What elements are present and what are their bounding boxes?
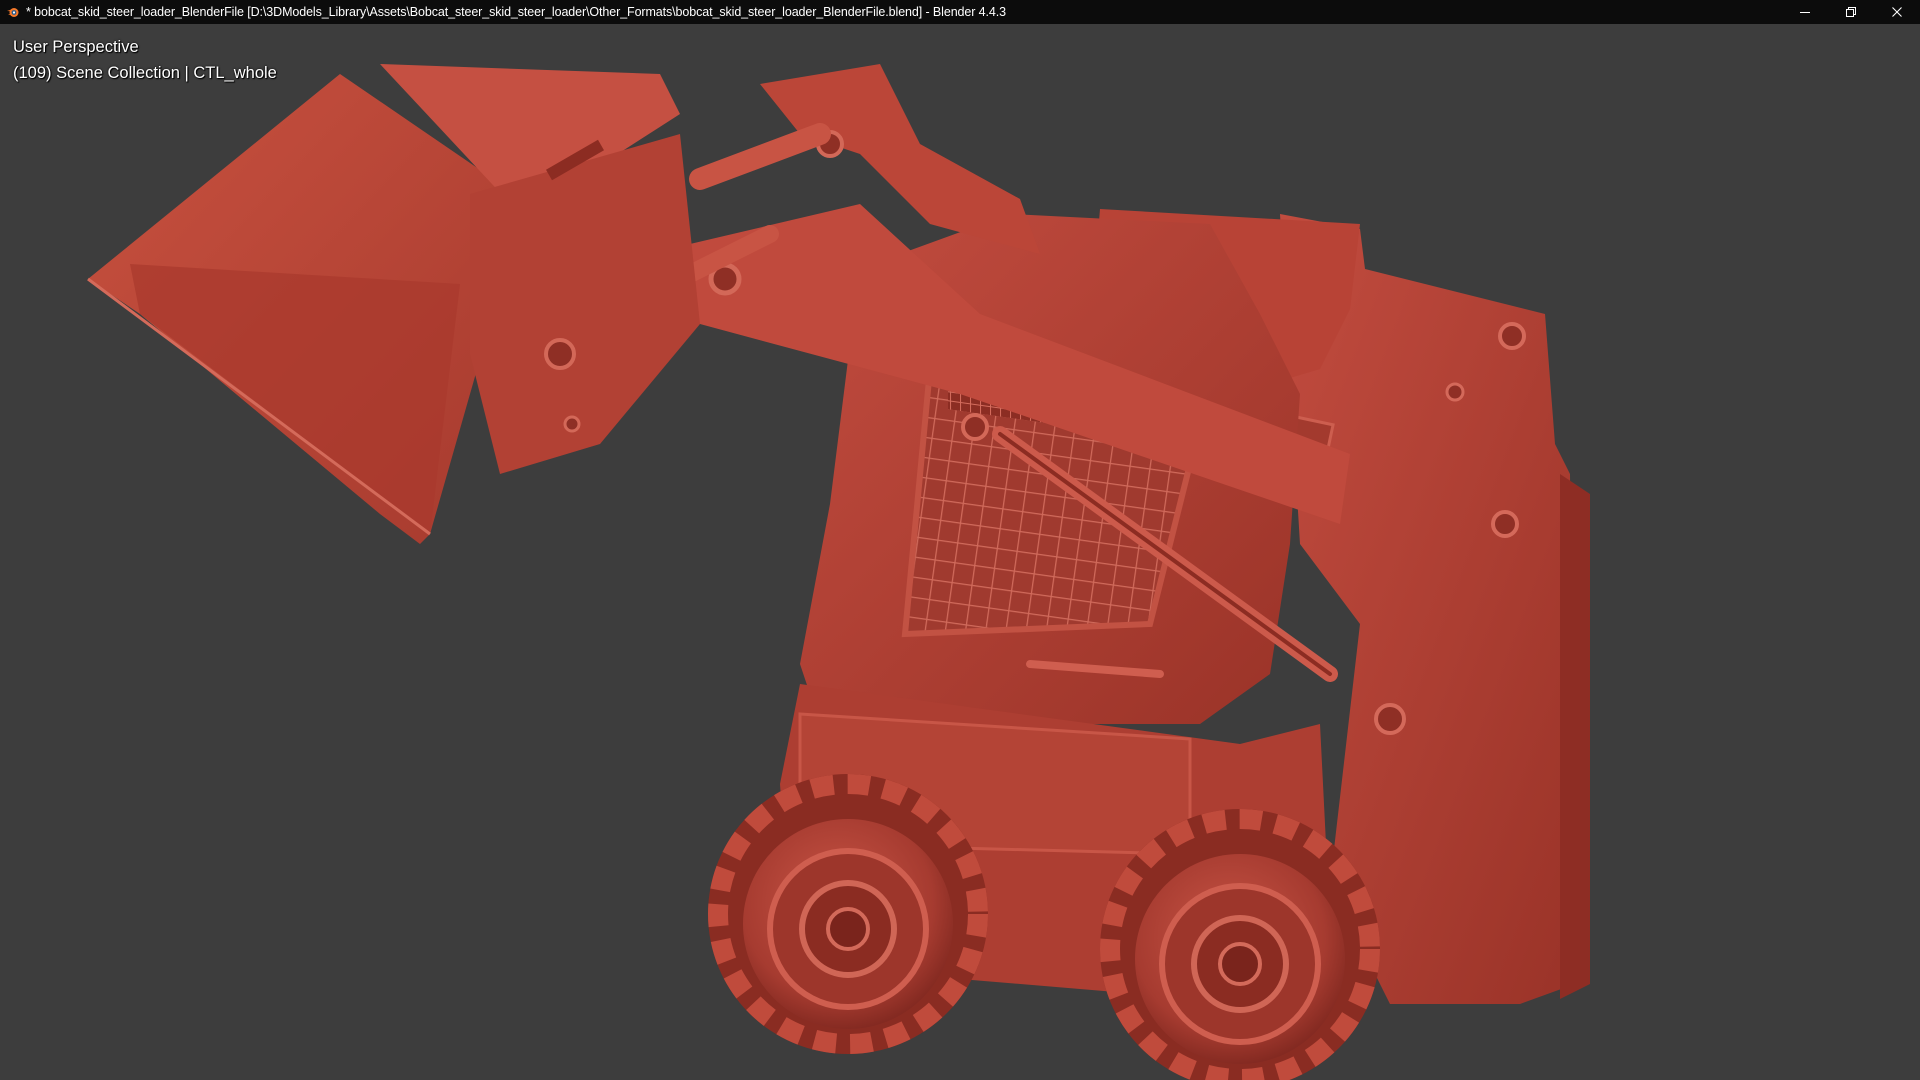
minimize-button[interactable]: [1782, 0, 1828, 24]
3d-viewport[interactable]: User Perspective (109) Scene Collection …: [0, 24, 1920, 1080]
rear-tire: [1100, 809, 1380, 1080]
bucket: [87, 64, 700, 544]
skid-steer-loader-model[interactable]: [0, 24, 1920, 1080]
window-title: * bobcat_skid_steer_loader_BlenderFile […: [26, 5, 1006, 19]
close-icon: [1892, 7, 1902, 17]
view-perspective-label: User Perspective: [13, 38, 139, 56]
close-button[interactable]: [1874, 0, 1920, 24]
blender-logo-icon[interactable]: [4, 3, 22, 21]
front-tire: [708, 774, 988, 1054]
blender-window: * bobcat_skid_steer_loader_BlenderFile […: [0, 0, 1920, 1080]
title-bar[interactable]: * bobcat_skid_steer_loader_BlenderFile […: [0, 0, 1920, 24]
window-controls: [1782, 0, 1920, 24]
restore-icon: [1846, 7, 1856, 17]
minimize-icon: [1800, 12, 1810, 13]
restore-button[interactable]: [1828, 0, 1874, 24]
scene-collection-label: (109) Scene Collection | CTL_whole: [13, 64, 277, 82]
